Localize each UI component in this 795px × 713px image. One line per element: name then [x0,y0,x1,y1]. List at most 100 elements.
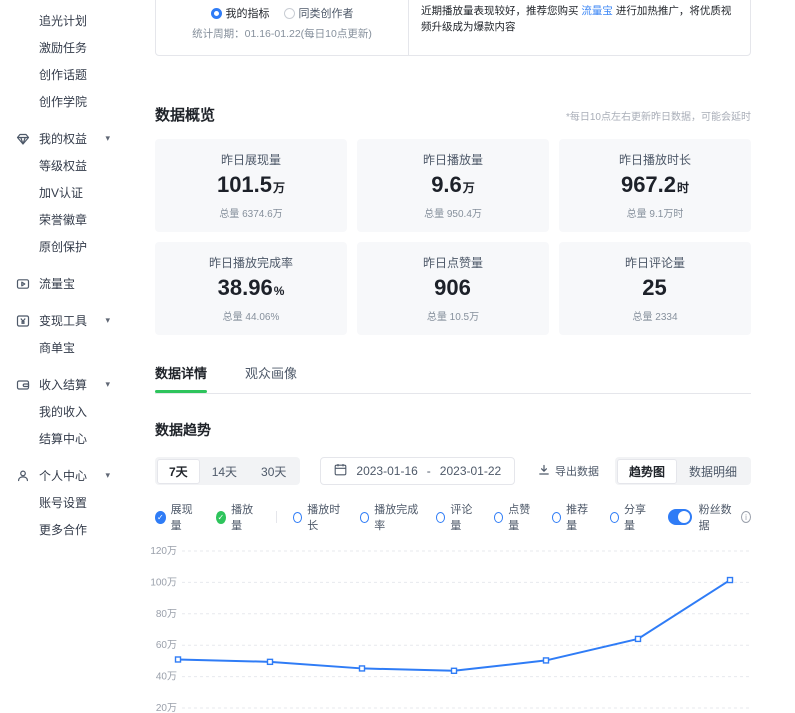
stat-card-watch-time: 昨日播放时长 967.2时 总量 9.1万时 [559,139,751,232]
stat-total: 总量 950.4万 [424,205,482,220]
data-point-marker [268,659,273,664]
sidebar-item-label: 我的权益 [39,130,87,147]
fans-data-toggle[interactable] [668,509,692,525]
sidebar-item-label: 结算中心 [39,430,87,447]
promo-panel: 近期播放量表现较好，推荐您购买 流量宝 进行加热推广，将优质视频升级成为爆款内容 [408,0,750,55]
sidebar-item-more-cooperation[interactable]: 更多合作 [0,516,150,543]
data-point-marker [360,666,365,671]
metric-label: 播放时长 [307,501,343,533]
date-range-picker[interactable]: 2023-01-16 - 2023-01-22 [320,457,515,485]
sidebar-item-label: 个人中心 [39,467,87,484]
view-trend-chart-button[interactable]: 趋势图 [617,459,677,484]
sidebar-item-label: 我的收入 [39,403,87,420]
chevron-down-icon: ▾ [105,133,110,144]
sidebar-item-label: 激励任务 [39,39,87,56]
metric-selector-row: ✓展现量 ✓播放量 播放时长 播放完成率 评论量 点赞量 推荐量 分享量 粉丝数… [155,501,751,533]
sidebar-item-creation-topics[interactable]: 创作话题 [0,61,150,88]
metric-label: 评论量 [450,501,477,533]
y-axis-tick-label: 80万 [156,609,177,620]
metric-label: 点赞量 [508,501,535,533]
metric-checkbox-impressions[interactable]: ✓展现量 [155,501,198,533]
data-point-marker [544,658,549,663]
stat-value: 25 [642,275,666,300]
sidebar-item-my-income[interactable]: 我的收入 [0,398,150,425]
sidebar-item-verification[interactable]: 加V认证 [0,179,150,206]
stat-period-text: 统计周期：01.16-01.22(每日10点更新) [192,26,372,41]
metric-radio-completion-rate[interactable]: 播放完成率 [360,501,419,533]
sidebar-item-label: 流量宝 [39,275,75,292]
sidebar-item-label: 变现工具 [39,312,87,329]
stat-unit: 万 [463,181,475,195]
tab-audience-profile[interactable]: 观众画像 [245,363,297,393]
stat-card-likes: 昨日点赞量 906 总量 10.5万 [357,242,549,335]
stat-card-completion-rate: 昨日播放完成率 38.96% 总量 44.06% [155,242,347,335]
traffic-booster-link[interactable]: 流量宝 [581,5,613,17]
radio-my-metrics[interactable]: 我的指标 [211,5,270,21]
data-point-marker [728,578,733,583]
chevron-down-icon: ▾ [105,470,110,481]
sidebar-item-my-benefits[interactable]: 我的权益 ▾ [0,125,150,152]
radio-peer-creators[interactable]: 同类创作者 [284,5,354,21]
stat-title: 昨日播放时长 [619,151,691,168]
main-content: 我的指标 同类创作者 统计周期：01.16-01.22(每日10点更新) 近期播… [150,0,795,699]
stat-unit: 时 [677,181,689,195]
stat-value: 906 [434,275,471,300]
sidebar-item-chase-light-plan[interactable]: 追光计划 [0,7,150,34]
trend-section-title: 数据趋势 [155,420,751,440]
radio-label: 同类创作者 [299,5,354,21]
export-label: 导出数据 [555,463,599,479]
stat-total: 总量 9.1万时 [627,205,684,220]
sidebar-item-settlement-center[interactable]: 结算中心 [0,425,150,452]
metric-radio-likes[interactable]: 点赞量 [494,501,535,533]
sidebar-item-honor-badges[interactable]: 荣誉徽章 [0,206,150,233]
radio-unselected-icon [610,512,619,523]
metric-checkbox-plays[interactable]: ✓播放量 [216,501,259,533]
sidebar-item-incentive-tasks[interactable]: 激励任务 [0,34,150,61]
stat-value: 967.2 [621,172,676,197]
trend-filter-row: 7天 14天 30天 2023-01-16 - 2023-01-22 导出数据 [155,457,751,485]
sidebar-item-traffic-booster[interactable]: 流量宝 [0,270,150,297]
sidebar-item-commercial-orders[interactable]: 商单宝 [0,334,150,361]
sidebar-item-personal-center[interactable]: 个人中心 ▾ [0,462,150,489]
radio-selected-icon [211,8,222,19]
radio-unselected-icon [494,512,503,523]
trend-chart: 120万100万80万60万40万20万 [150,543,751,713]
sidebar-item-label: 追光计划 [39,12,87,29]
overview-update-note: *每日10点左右更新昨日数据，可能会延时 [566,108,751,123]
metric-radio-watch-time[interactable]: 播放时长 [293,501,343,533]
data-point-marker [452,668,457,673]
sidebar-item-label: 创作学院 [39,93,87,110]
sidebar-item-creation-academy[interactable]: 创作学院 [0,88,150,115]
y-axis-tick-label: 120万 [150,546,177,557]
metric-label: 推荐量 [566,501,593,533]
sidebar-item-monetization-tools[interactable]: 变现工具 ▾ [0,307,150,334]
stat-card-impressions: 昨日展现量 101.5万 总量 6374.6万 [155,139,347,232]
gem-icon [16,132,30,146]
sidebar: 追光计划 激励任务 创作话题 创作学院 我的权益 ▾ 等级权益 加V认证 荣誉徽… [0,0,150,699]
range-7d-button[interactable]: 7天 [157,459,200,484]
stat-title: 昨日评论量 [625,254,685,271]
y-axis-tick-label: 40万 [156,672,177,683]
metric-radio-shares[interactable]: 分享量 [610,501,651,533]
stat-total: 总量 6374.6万 [219,205,282,220]
range-30d-button[interactable]: 30天 [249,459,298,484]
export-data-button[interactable]: 导出数据 [538,463,599,479]
radio-unselected-icon [284,8,295,19]
stat-card-comments: 昨日评论量 25 总量 2334 [559,242,751,335]
metric-radio-comments[interactable]: 评论量 [436,501,477,533]
range-14d-button[interactable]: 14天 [200,459,249,484]
checkbox-checked-icon: ✓ [216,511,227,524]
tab-data-detail[interactable]: 数据详情 [155,363,207,393]
stat-value: 9.6 [431,172,462,197]
view-data-detail-button[interactable]: 数据明细 [677,459,749,484]
metric-label: 分享量 [624,501,651,533]
download-icon [538,464,550,479]
sidebar-item-level-benefits[interactable]: 等级权益 [0,152,150,179]
metric-radio-recommendations[interactable]: 推荐量 [552,501,593,533]
sidebar-item-original-protection[interactable]: 原创保护 [0,233,150,260]
sidebar-item-account-settings[interactable]: 账号设置 [0,489,150,516]
stat-value: 101.5 [217,172,272,197]
yuan-icon [16,314,30,328]
data-point-marker [176,657,181,662]
sidebar-item-income-settlement[interactable]: 收入结算 ▾ [0,371,150,398]
